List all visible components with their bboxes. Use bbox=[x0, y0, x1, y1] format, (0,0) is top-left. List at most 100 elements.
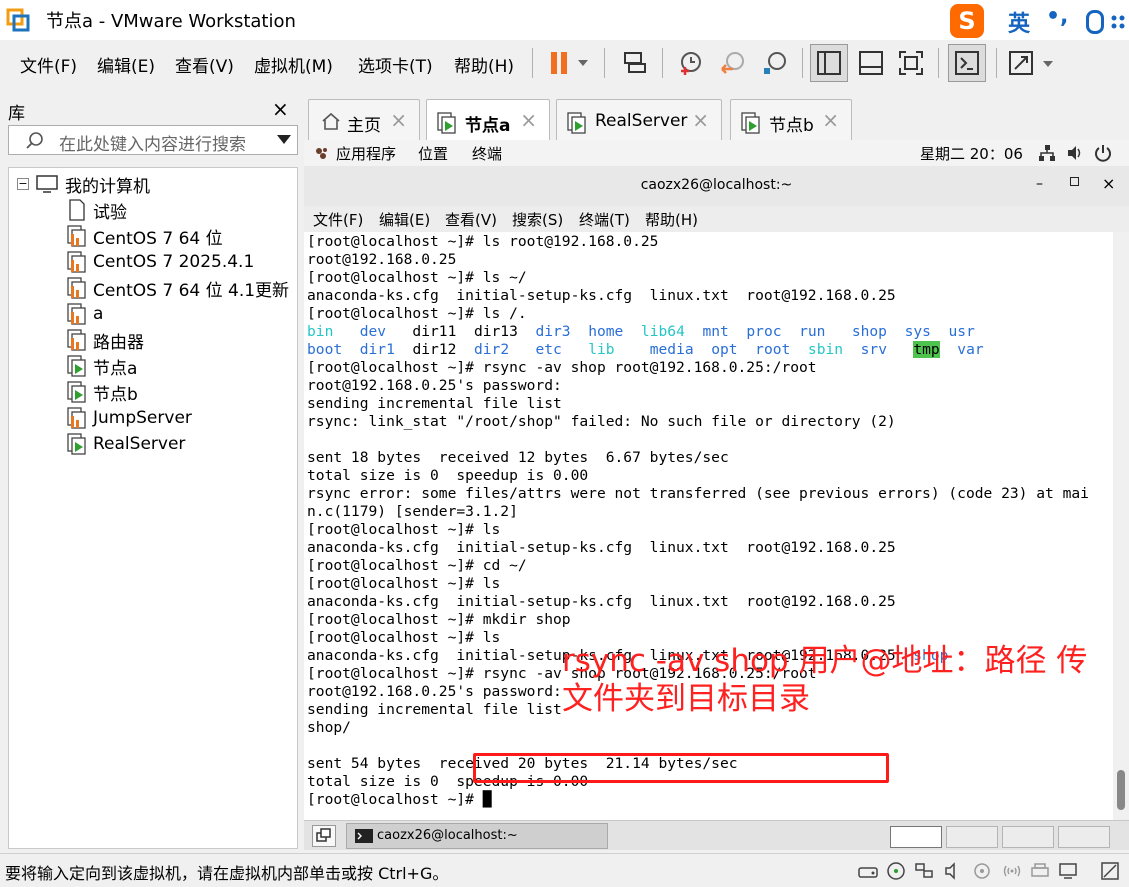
collapse-icon[interactable]: − bbox=[17, 178, 29, 190]
taskbar-terminal-item[interactable]: caozx26@localhost:~ bbox=[346, 823, 608, 849]
search-placeholder: 在此处键入内容进行搜索 bbox=[59, 135, 246, 155]
chevron-down-icon[interactable] bbox=[277, 135, 291, 145]
tab-close-icon[interactable]: × bbox=[692, 108, 709, 132]
microphone-icon[interactable] bbox=[1086, 10, 1104, 34]
tree-root-my-computer[interactable]: − 我的计算机 bbox=[17, 172, 150, 197]
library-title: 库 bbox=[8, 104, 25, 124]
snapshot-manager-button[interactable] bbox=[756, 44, 794, 82]
wireless-icon[interactable] bbox=[1002, 862, 1022, 880]
tree-item[interactable]: 路由器 bbox=[67, 328, 144, 353]
terminal-text: opt bbox=[711, 341, 738, 358]
status-message: 要将输入定向到该虚拟机，请在虚拟机内部单击或按 Ctrl+G。 bbox=[5, 864, 449, 883]
library-search-input[interactable]: 在此处键入内容进行搜索 bbox=[8, 125, 298, 155]
hard-disk-icon[interactable] bbox=[858, 862, 878, 880]
menu-view[interactable]: 查看(V) bbox=[175, 52, 234, 77]
gnome-terminal-menu[interactable]: 终端 bbox=[472, 143, 502, 164]
thumbnail-bar-button[interactable] bbox=[852, 44, 890, 82]
workspace-2[interactable] bbox=[946, 826, 998, 848]
suspend-button[interactable] bbox=[542, 44, 596, 82]
ime-language-toggle[interactable]: 英 bbox=[1008, 6, 1030, 38]
library-tree: − 我的计算机 试验 CentOS 7 64 位 CentOS 7 2025.4.1… bbox=[8, 167, 298, 849]
cd-dvd-icon[interactable] bbox=[886, 862, 906, 880]
maximize-icon[interactable] bbox=[1070, 177, 1079, 186]
terminal-menu-search[interactable]: 搜索(S) bbox=[512, 209, 563, 230]
workspace-1[interactable] bbox=[890, 826, 942, 848]
terminal-text: dir12 bbox=[394, 341, 474, 358]
terminal-scrollbar[interactable] bbox=[1113, 232, 1129, 820]
ime-punctuation-toggle[interactable]: •, bbox=[1046, 4, 1068, 29]
stretch-display-icon[interactable] bbox=[1100, 862, 1120, 880]
tree-item[interactable]: CentOS 7 64 位 4.1更新 bbox=[67, 276, 289, 301]
workspace-3[interactable] bbox=[1002, 826, 1054, 848]
library-close-button[interactable]: × bbox=[272, 97, 289, 121]
terminal-text: rsync: link_stat "/root/shop" failed: No… bbox=[307, 413, 896, 430]
menu-help[interactable]: 帮助(H) bbox=[454, 52, 514, 77]
display-icon[interactable] bbox=[1058, 862, 1078, 880]
tree-item[interactable]: CentOS 7 64 位 bbox=[67, 224, 223, 249]
terminal-line: [root@localhost ~]# ls bbox=[307, 575, 500, 593]
gnome-clock[interactable]: 星期二 20：06 bbox=[920, 143, 1023, 164]
printer-icon[interactable] bbox=[1030, 862, 1050, 880]
menu-file[interactable]: 文件(F) bbox=[20, 52, 77, 77]
tree-item[interactable]: RealServer bbox=[67, 432, 185, 456]
gnome-places-menu[interactable]: 位置 bbox=[418, 143, 448, 164]
terminal-menu-help[interactable]: 帮助(H) bbox=[645, 209, 698, 230]
terminal-menu-view[interactable]: 查看(V) bbox=[445, 209, 497, 230]
console-view-button[interactable] bbox=[948, 44, 986, 82]
console-icon bbox=[955, 51, 979, 75]
menu-edit[interactable]: 编辑(E) bbox=[97, 52, 155, 77]
network-adapter-icon[interactable] bbox=[914, 862, 934, 880]
ime-toolbar[interactable]: S 英 •, bbox=[948, 2, 1129, 38]
volume-icon[interactable] bbox=[1066, 144, 1084, 162]
tree-item[interactable]: 节点b bbox=[67, 380, 138, 405]
show-library-button[interactable] bbox=[810, 44, 848, 82]
tab-close-icon[interactable]: × bbox=[520, 108, 537, 132]
tab-realserver[interactable]: RealServer × bbox=[556, 99, 722, 140]
terminal-text: sending incremental file list bbox=[307, 395, 562, 412]
terminal-menu-file[interactable]: 文件(F) bbox=[313, 209, 363, 230]
show-desktop-button[interactable] bbox=[312, 825, 336, 847]
vm-icon bbox=[67, 407, 87, 429]
take-snapshot-button[interactable] bbox=[672, 44, 710, 82]
full-screen-button[interactable] bbox=[892, 44, 930, 82]
tree-item[interactable]: 节点a bbox=[67, 354, 137, 379]
tab-label: 主页 bbox=[347, 116, 381, 136]
terminal-menu-edit[interactable]: 编辑(E) bbox=[379, 209, 430, 230]
network-icon[interactable] bbox=[1038, 144, 1056, 162]
menu-vm[interactable]: 虚拟机(M) bbox=[254, 52, 333, 77]
guest-display[interactable]: 应用程序 位置 终端 星期二 20：06 caozx26@localhost:~… bbox=[304, 140, 1129, 820]
full-screen-icon bbox=[899, 51, 923, 75]
scrollbar-thumb[interactable] bbox=[1117, 770, 1125, 810]
gnome-applications-menu[interactable]: 应用程序 bbox=[336, 143, 396, 164]
revert-snapshot-button[interactable] bbox=[714, 44, 752, 82]
running-vm-icon bbox=[567, 112, 587, 134]
tab-close-icon[interactable]: × bbox=[390, 108, 407, 132]
stretch-guest-button[interactable] bbox=[1004, 44, 1060, 82]
grid-menu-icon[interactable] bbox=[1110, 14, 1126, 30]
terminal-output[interactable]: [root@localhost ~]# █ total size is 0 spe… bbox=[304, 232, 1113, 820]
sogou-ime-icon[interactable]: S bbox=[950, 4, 984, 38]
tab-close-icon[interactable]: × bbox=[822, 108, 839, 132]
tree-item[interactable]: JumpServer bbox=[67, 406, 192, 430]
terminal-line: [root@localhost ~]# ls bbox=[307, 629, 500, 647]
close-icon[interactable]: × bbox=[1102, 174, 1115, 193]
send-ctrl-alt-del-button[interactable] bbox=[616, 44, 654, 82]
power-icon[interactable] bbox=[1094, 144, 1112, 162]
tree-item[interactable]: CentOS 7 2025.4.1 bbox=[67, 250, 254, 274]
terminal-title-bar: caozx26@localhost:~ – × bbox=[304, 166, 1129, 206]
terminal-menu-terminal[interactable]: 终端(T) bbox=[579, 209, 630, 230]
tab-node-b[interactable]: 节点b × bbox=[730, 99, 852, 140]
usb-icon[interactable] bbox=[972, 862, 992, 880]
workspace-4[interactable] bbox=[1058, 826, 1110, 848]
tree-item[interactable]: 试验 bbox=[67, 198, 127, 223]
tab-node-a[interactable]: 节点a × bbox=[426, 99, 550, 140]
keyboard-send-icon bbox=[624, 52, 646, 73]
minimize-icon[interactable]: – bbox=[1036, 176, 1043, 192]
menu-tabs[interactable]: 选项卡(T) bbox=[358, 52, 433, 77]
tab-home[interactable]: 主页 × bbox=[308, 99, 420, 140]
sound-card-icon[interactable] bbox=[944, 862, 964, 880]
tree-item[interactable]: a bbox=[67, 302, 103, 326]
